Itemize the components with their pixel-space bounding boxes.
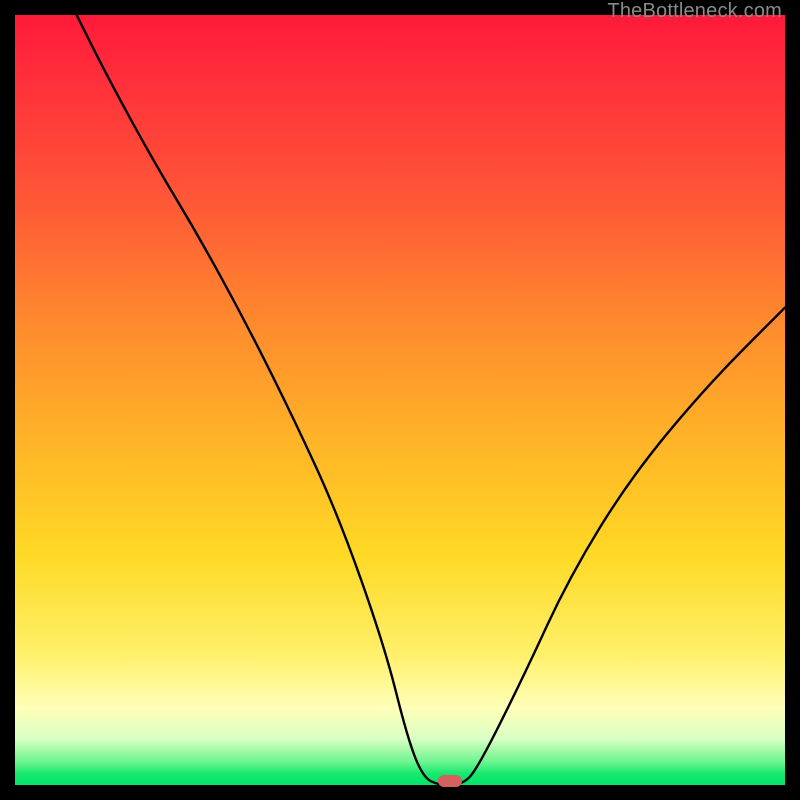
watermark-text: TheBottleneck.com [607,0,782,23]
optimal-marker [438,775,462,787]
chart-frame: TheBottleneck.com [0,0,800,800]
plot-area [15,15,785,785]
